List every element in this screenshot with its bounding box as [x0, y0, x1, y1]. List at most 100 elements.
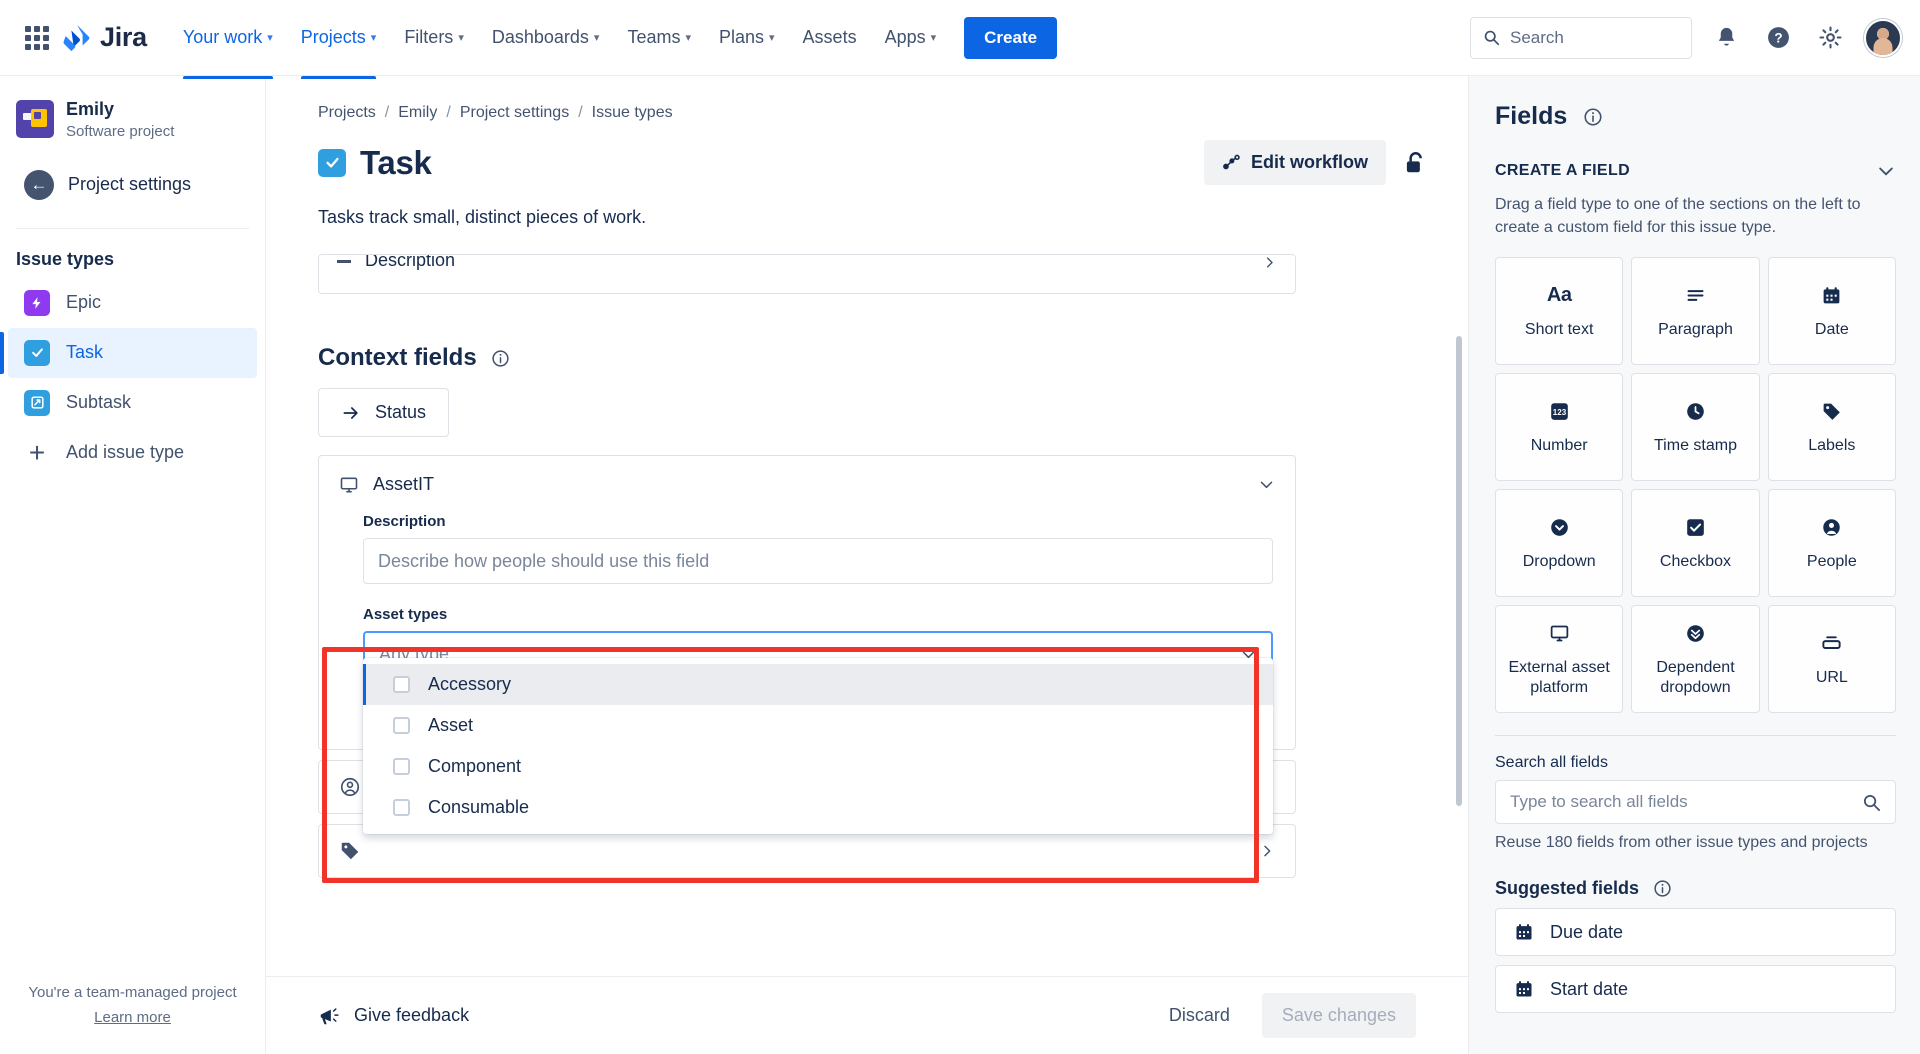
checkbox-icon[interactable]	[393, 676, 410, 693]
dropdown-option-component[interactable]: Component	[363, 746, 1273, 787]
field-tile-url[interactable]: URL	[1767, 605, 1896, 714]
bottom-bar-actions: Discard Save changes	[1155, 993, 1416, 1038]
field-tile-date[interactable]: Date	[1767, 257, 1896, 366]
settings-icon[interactable]	[1812, 20, 1848, 56]
nav-item-plans[interactable]: Plans ▾	[707, 18, 787, 57]
chevron-down-icon: ▾	[930, 32, 937, 44]
breadcrumb-separator: /	[384, 104, 390, 121]
description-field-card[interactable]: Description	[318, 254, 1296, 294]
breadcrumb-projects[interactable]: Projects	[318, 104, 376, 122]
paragraph-icon	[337, 259, 351, 263]
nav-item-assets[interactable]: Assets	[791, 18, 869, 57]
status-field-chip[interactable]: Status	[318, 388, 450, 437]
info-icon[interactable]	[491, 349, 510, 368]
field-tile-paragraph[interactable]: Paragraph	[1631, 257, 1760, 366]
sidebar-item-add-issue-type[interactable]: + Add issue type	[8, 428, 257, 478]
help-icon[interactable]: ?	[1760, 20, 1796, 56]
breadcrumb-emily[interactable]: Emily	[398, 104, 437, 122]
suggested-field-due-date[interactable]: Due date	[1495, 908, 1896, 957]
checkbox-icon[interactable]	[393, 717, 410, 734]
nav-item-filters[interactable]: Filters ▾	[392, 18, 476, 57]
tile-label: Time stamp	[1654, 437, 1737, 455]
breadcrumb-separator: /	[446, 104, 451, 121]
learn-more-link[interactable]: Learn more	[16, 1009, 249, 1026]
field-tile-external-asset-platform[interactable]: External asset platform	[1495, 605, 1624, 714]
suggested-fields-title: Suggested fields	[1495, 878, 1640, 899]
nav-item-apps[interactable]: Apps ▾	[873, 18, 949, 57]
chevron-right-icon	[1262, 255, 1277, 270]
checkbox-icon[interactable]	[393, 799, 410, 816]
edit-workflow-button[interactable]: Edit workflow	[1204, 140, 1386, 185]
field-tile-number[interactable]: 123 Number	[1495, 373, 1624, 482]
dropdown-option-accessory[interactable]: Accessory	[363, 664, 1273, 705]
dropdown-option-label: Accessory	[428, 674, 512, 694]
notifications-icon[interactable]	[1708, 20, 1744, 56]
search-icon	[1862, 793, 1881, 812]
assetit-description-input[interactable]	[363, 538, 1273, 584]
app-switcher-icon[interactable]	[18, 19, 56, 57]
team-managed-note: You're a team-managed project	[28, 984, 237, 1001]
create-a-field-section-header[interactable]: CREATE A FIELD	[1495, 161, 1896, 181]
suggested-field-start-date[interactable]: Start date	[1495, 965, 1896, 1014]
search-all-fields-label: Search all fields	[1495, 754, 1608, 772]
suggested-field-label: Due date	[1550, 921, 1624, 942]
field-tile-labels[interactable]: Labels	[1767, 373, 1896, 482]
content-column: Description Context fields Status AssetI…	[266, 228, 1296, 878]
jira-logo-link[interactable]: Jira	[62, 22, 147, 53]
edit-workflow-label: Edit workflow	[1251, 152, 1368, 172]
field-tile-dropdown[interactable]: Dropdown	[1495, 489, 1624, 598]
paragraph-icon	[1685, 282, 1706, 308]
nav-item-your-work[interactable]: Your work ▾	[171, 18, 285, 79]
chevron-down-icon[interactable]	[1258, 476, 1275, 493]
field-tile-people[interactable]: People	[1767, 489, 1896, 598]
nav-item-dashboards[interactable]: Dashboards ▾	[480, 18, 612, 57]
sidebar-item-epic[interactable]: Epic	[8, 278, 257, 328]
unlocked-padlock-icon[interactable]	[1402, 150, 1428, 176]
dropdown-option-asset[interactable]: Asset	[363, 705, 1273, 746]
double-chevron-down-icon	[1685, 620, 1706, 646]
sidebar-item-task[interactable]: Task	[0, 327, 257, 378]
short-text-icon: Aa	[1546, 283, 1572, 306]
create-button[interactable]: Create	[964, 16, 1058, 59]
checkbox-icon[interactable]	[393, 758, 410, 775]
breadcrumb-project-settings[interactable]: Project settings	[460, 104, 569, 122]
breadcrumb-separator: /	[578, 104, 583, 121]
avatar[interactable]	[1864, 18, 1902, 57]
chevron-down-icon[interactable]	[1876, 161, 1896, 181]
nav-item-projects[interactable]: Projects ▾	[289, 18, 389, 79]
search-all-fields-input[interactable]	[1510, 792, 1862, 813]
field-tile-dependent-dropdown[interactable]: Dependent dropdown	[1631, 605, 1760, 714]
sidebar-section-title: Issue types	[16, 248, 115, 269]
dropdown-option-consumable[interactable]: Consumable	[363, 787, 1273, 828]
info-icon[interactable]	[1653, 879, 1672, 898]
main-scrollbar[interactable]	[1456, 336, 1462, 806]
status-chip-label: Status	[375, 402, 427, 422]
nav-right-cluster: ?	[1470, 16, 1902, 59]
breadcrumb-issue-types[interactable]: Issue types	[592, 104, 673, 122]
nav-item-teams[interactable]: Teams ▾	[615, 18, 703, 57]
global-search[interactable]	[1470, 16, 1692, 59]
field-tile-checkbox[interactable]: Checkbox	[1631, 489, 1760, 598]
search-input[interactable]	[1510, 27, 1679, 48]
back-to-project-settings[interactable]: ← Project settings	[8, 158, 257, 212]
field-tile-time-stamp[interactable]: Time stamp	[1631, 373, 1760, 482]
page-description: Tasks track small, distinct pieces of wo…	[318, 207, 647, 227]
arrow-right-icon	[341, 403, 361, 423]
save-changes-button[interactable]: Save changes	[1261, 993, 1416, 1038]
give-feedback-button[interactable]: Give feedback	[318, 1005, 469, 1027]
sidebar-item-label: Epic	[66, 292, 102, 312]
sidebar-item-subtask[interactable]: Subtask	[8, 378, 257, 428]
search-all-fields-control[interactable]	[1495, 780, 1896, 825]
search-icon	[1483, 29, 1500, 46]
chevron-down-icon: ▾	[370, 32, 377, 44]
page-title: Task	[360, 143, 432, 181]
subtask-icon	[24, 389, 50, 416]
asset-types-label: Asset types	[363, 606, 448, 623]
fields-panel-header: Fields	[1495, 102, 1896, 131]
assetit-field-header[interactable]: AssetIT	[319, 456, 1295, 513]
suggested-field-label: Start date	[1550, 978, 1629, 999]
project-header[interactable]: Emily Software project	[0, 76, 265, 148]
field-tile-short-text[interactable]: Aa Short text	[1495, 257, 1624, 366]
info-icon[interactable]	[1583, 107, 1603, 127]
discard-button[interactable]: Discard	[1155, 995, 1244, 1036]
